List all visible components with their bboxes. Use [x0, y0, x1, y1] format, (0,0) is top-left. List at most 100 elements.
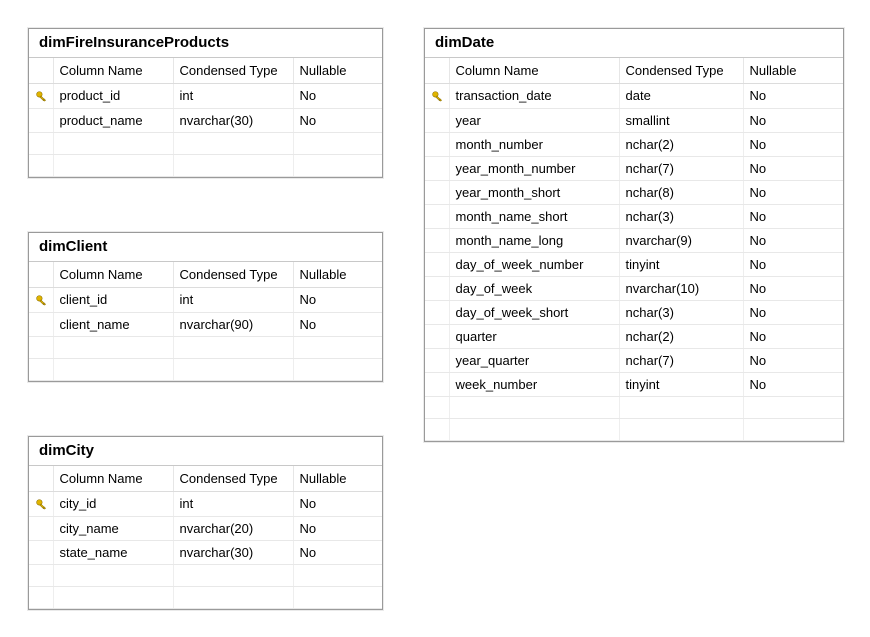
column-name-cell[interactable]: city_id [53, 492, 173, 517]
column-name-cell[interactable]: client_id [53, 288, 173, 313]
column-name-cell[interactable]: day_of_week_short [449, 300, 619, 324]
column-nullable-cell[interactable]: No [293, 516, 382, 540]
column-type-cell[interactable]: tinyint [619, 252, 743, 276]
column-name-cell[interactable]: week_number [449, 372, 619, 396]
column-row[interactable]: product_idintNo [29, 84, 382, 109]
column-type-cell[interactable]: nvarchar(10) [619, 276, 743, 300]
header-col_name[interactable]: Column Name [53, 262, 173, 288]
column-nullable-cell[interactable]: No [293, 288, 382, 313]
column-nullable-cell[interactable]: No [743, 156, 843, 180]
table-title[interactable]: dimDate [425, 29, 843, 58]
column-nullable-cell[interactable]: No [293, 108, 382, 132]
column-row[interactable]: state_namenvarchar(30)No [29, 540, 382, 564]
column-name-cell[interactable]: product_id [53, 84, 173, 109]
header-col_name[interactable]: Column Name [449, 58, 619, 84]
column-type-cell[interactable]: nchar(8) [619, 180, 743, 204]
column-type-cell[interactable]: int [173, 84, 293, 109]
column-nullable-cell[interactable]: No [743, 180, 843, 204]
column-type-cell[interactable]: nvarchar(30) [173, 540, 293, 564]
header-col_name[interactable]: Column Name [53, 466, 173, 492]
column-name-cell[interactable]: transaction_date [449, 84, 619, 109]
header-col_type[interactable]: Condensed Type [173, 466, 293, 492]
column-row[interactable]: day_of_week_shortnchar(3)No [425, 300, 843, 324]
column-type-cell[interactable]: nchar(7) [619, 348, 743, 372]
table-title[interactable]: dimCity [29, 437, 382, 466]
column-nullable-cell[interactable]: No [743, 372, 843, 396]
column-nullable-cell[interactable]: No [293, 540, 382, 564]
column-nullable-cell[interactable]: No [743, 276, 843, 300]
header-col_null[interactable]: Nullable [293, 466, 382, 492]
column-row[interactable]: city_namenvarchar(20)No [29, 516, 382, 540]
column-type-cell[interactable]: date [619, 84, 743, 109]
column-name-cell[interactable]: product_name [53, 108, 173, 132]
column-type-cell[interactable]: nchar(3) [619, 300, 743, 324]
column-name-cell[interactable]: month_name_short [449, 204, 619, 228]
table-title[interactable]: dimFireInsuranceProducts [29, 29, 382, 58]
column-row[interactable]: client_namenvarchar(90)No [29, 312, 382, 336]
header-col_type[interactable]: Condensed Type [173, 262, 293, 288]
column-nullable-cell[interactable]: No [293, 312, 382, 336]
column-nullable-cell[interactable]: No [743, 324, 843, 348]
column-row[interactable]: day_of_weeknvarchar(10)No [425, 276, 843, 300]
column-name-cell[interactable]: month_name_long [449, 228, 619, 252]
column-name-cell[interactable]: year_month_short [449, 180, 619, 204]
column-type-cell[interactable]: int [173, 492, 293, 517]
column-name-cell[interactable]: year_quarter [449, 348, 619, 372]
header-col_type[interactable]: Condensed Type [173, 58, 293, 84]
column-row[interactable]: month_numbernchar(2)No [425, 132, 843, 156]
column-row[interactable]: year_month_shortnchar(8)No [425, 180, 843, 204]
column-name-cell[interactable]: year [449, 108, 619, 132]
column-row[interactable]: year_month_numbernchar(7)No [425, 156, 843, 180]
column-type-cell[interactable]: nchar(3) [619, 204, 743, 228]
header-col_null[interactable]: Nullable [293, 262, 382, 288]
column-type-cell[interactable]: nvarchar(30) [173, 108, 293, 132]
column-name-cell[interactable]: day_of_week [449, 276, 619, 300]
column-type-cell[interactable]: nvarchar(90) [173, 312, 293, 336]
column-nullable-cell[interactable]: No [743, 228, 843, 252]
header-col_null[interactable]: Nullable [293, 58, 382, 84]
column-nullable-cell[interactable]: No [743, 348, 843, 372]
table-title[interactable]: dimClient [29, 233, 382, 262]
column-row[interactable]: client_idintNo [29, 288, 382, 313]
header-col_type[interactable]: Condensed Type [619, 58, 743, 84]
column-type-cell[interactable]: tinyint [619, 372, 743, 396]
column-row[interactable]: day_of_week_numbertinyintNo [425, 252, 843, 276]
table-dim-client[interactable]: dimClientColumn NameCondensed TypeNullab… [28, 232, 383, 382]
column-nullable-cell[interactable]: No [743, 204, 843, 228]
column-row[interactable]: month_name_longnvarchar(9)No [425, 228, 843, 252]
column-type-cell[interactable]: smallint [619, 108, 743, 132]
column-name-cell[interactable]: quarter [449, 324, 619, 348]
column-row[interactable]: year_quarternchar(7)No [425, 348, 843, 372]
column-row[interactable]: product_namenvarchar(30)No [29, 108, 382, 132]
column-row[interactable]: city_idintNo [29, 492, 382, 517]
column-name-cell[interactable]: year_month_number [449, 156, 619, 180]
table-dim-date[interactable]: dimDateColumn NameCondensed TypeNullable… [424, 28, 844, 442]
column-name-cell[interactable]: day_of_week_number [449, 252, 619, 276]
column-nullable-cell[interactable]: No [293, 492, 382, 517]
column-row[interactable]: week_numbertinyintNo [425, 372, 843, 396]
column-type-cell[interactable]: nvarchar(20) [173, 516, 293, 540]
column-type-cell[interactable]: nchar(2) [619, 132, 743, 156]
column-nullable-cell[interactable]: No [743, 108, 843, 132]
table-dim-fire-insurance-products[interactable]: dimFireInsuranceProductsColumn NameConde… [28, 28, 383, 178]
column-type-cell[interactable]: nvarchar(9) [619, 228, 743, 252]
column-name-cell[interactable]: state_name [53, 540, 173, 564]
column-row[interactable]: yearsmallintNo [425, 108, 843, 132]
column-row[interactable]: quarternchar(2)No [425, 324, 843, 348]
column-name-cell[interactable]: client_name [53, 312, 173, 336]
table-dim-city[interactable]: dimCityColumn NameCondensed TypeNullable… [28, 436, 383, 610]
column-type-cell[interactable]: nchar(7) [619, 156, 743, 180]
column-name-cell[interactable]: month_number [449, 132, 619, 156]
header-col_null[interactable]: Nullable [743, 58, 843, 84]
column-name-cell[interactable]: city_name [53, 516, 173, 540]
column-row[interactable]: transaction_datedateNo [425, 84, 843, 109]
column-nullable-cell[interactable]: No [743, 132, 843, 156]
column-nullable-cell[interactable]: No [743, 84, 843, 109]
column-nullable-cell[interactable]: No [743, 300, 843, 324]
column-row[interactable]: month_name_shortnchar(3)No [425, 204, 843, 228]
column-type-cell[interactable]: int [173, 288, 293, 313]
header-col_name[interactable]: Column Name [53, 58, 173, 84]
column-type-cell[interactable]: nchar(2) [619, 324, 743, 348]
column-nullable-cell[interactable]: No [743, 252, 843, 276]
column-nullable-cell[interactable]: No [293, 84, 382, 109]
